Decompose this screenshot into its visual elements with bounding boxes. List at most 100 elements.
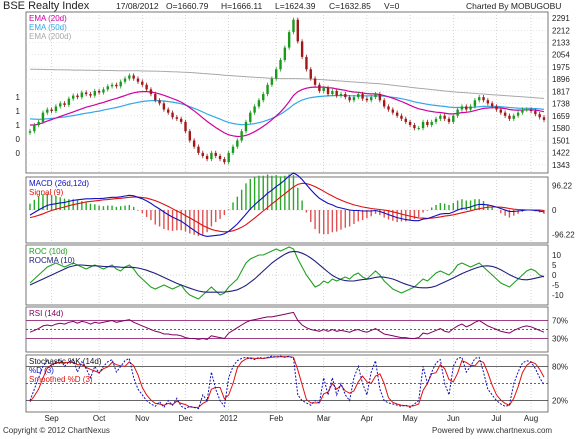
candle-body — [46, 109, 49, 113]
candle-body — [486, 100, 490, 104]
candle-body — [512, 115, 515, 119]
legend-price-2: EMA (200d) — [29, 32, 72, 41]
candle-body — [300, 41, 304, 57]
candle-body — [171, 112, 174, 118]
candle-body — [408, 121, 412, 126]
candle-body — [179, 118, 183, 122]
candle-body — [318, 84, 321, 91]
candle-body — [145, 84, 148, 90]
roc-y-tick: -10 — [552, 291, 564, 300]
candle-body — [542, 117, 546, 120]
candle-body — [141, 81, 144, 85]
candle-body — [456, 109, 459, 116]
candle-body — [529, 109, 533, 112]
x-tick-label: Jul — [491, 414, 501, 423]
left-y-tick: 1 — [16, 93, 21, 102]
candle-body — [188, 131, 192, 141]
candle-body — [287, 32, 291, 48]
candle-body — [167, 109, 170, 113]
candle-body — [313, 78, 317, 85]
candle-body — [71, 95, 75, 99]
header-high: H=1666.11 — [221, 1, 263, 11]
charted-by: Charted By MOBUGOBU — [466, 1, 562, 11]
x-tick-label: Sep — [44, 414, 59, 423]
candle-body — [205, 155, 209, 160]
candle-body — [197, 146, 200, 153]
candle-body — [210, 152, 213, 160]
candle-body — [447, 118, 451, 122]
header-low: L=1624.39 — [275, 1, 316, 11]
candle-body — [469, 106, 472, 110]
candle-body — [132, 75, 135, 79]
candle-body — [275, 69, 278, 79]
x-tick-label: Mar — [317, 414, 331, 423]
chart-window: EMA (20d) EMA (50d) EMA (200d) MACD (26d,12… — [0, 0, 584, 439]
candle-body — [257, 100, 261, 107]
x-tick-label: Aug — [524, 414, 538, 423]
legend-sto-1: %D (3) — [29, 366, 54, 375]
macd-y-tick: 0 — [552, 206, 557, 215]
candle-body — [33, 125, 36, 132]
candle-body — [326, 87, 330, 95]
candle-body — [162, 103, 166, 110]
candle-body — [93, 90, 96, 96]
candle-body — [443, 115, 446, 119]
price-y-tick: 1817 — [552, 87, 570, 96]
candle-body — [244, 121, 248, 132]
rsi-y-tick: 30% — [552, 335, 568, 344]
candle-body — [175, 117, 179, 119]
candle-body — [50, 109, 53, 112]
legend-rsi-0: RSI (14d) — [29, 309, 64, 318]
price-y-tick: 2054 — [552, 51, 570, 60]
price-y-tick: 1422 — [552, 149, 570, 158]
legend-roc-1: ROCMA (10) — [29, 256, 75, 265]
candle-body — [391, 109, 395, 113]
candle-body — [335, 90, 338, 96]
x-tick-label: Jun — [447, 414, 460, 423]
candle-body — [270, 78, 274, 85]
candle-body — [41, 112, 45, 122]
macd-y-tick: 96.22 — [552, 182, 573, 191]
candle-body — [266, 84, 269, 95]
x-tick-label: Apr — [361, 414, 374, 423]
candle-body — [283, 47, 287, 60]
stochastic-y-tick: 20% — [552, 397, 568, 406]
candle-body — [521, 109, 524, 113]
candle-body — [80, 92, 84, 98]
x-tick-label: Nov — [135, 414, 149, 423]
candle-body — [499, 109, 503, 113]
candle-body — [128, 75, 131, 79]
candle-body — [84, 92, 88, 95]
price-y-tick: 1501 — [552, 136, 570, 145]
candle-body — [59, 103, 62, 107]
candle-body — [154, 94, 157, 101]
candle-body — [322, 87, 325, 91]
candle-body — [374, 94, 377, 98]
roc-y-tick: 10 — [552, 251, 561, 260]
candle-body — [339, 94, 343, 96]
candle-body — [525, 109, 528, 111]
legend-sto-0: Stochastic %K (14d) — [29, 357, 102, 366]
candle-body — [54, 106, 58, 112]
candle-body — [227, 152, 230, 163]
legend-sto-2: Smoothed %D (3) — [29, 375, 93, 384]
candle-body — [357, 94, 360, 98]
candle-body — [430, 121, 433, 126]
stochastic-y-tick: 80% — [552, 362, 568, 371]
candle-body — [110, 84, 114, 87]
candle-body — [223, 159, 226, 163]
candle-body — [231, 146, 235, 153]
header-volume: V=0 — [384, 1, 400, 11]
candle-body — [253, 106, 256, 113]
candle-body — [305, 56, 308, 70]
candle-body — [158, 100, 161, 104]
left-y-tick: 0 — [16, 135, 21, 144]
price-y-tick: 1975 — [552, 63, 570, 72]
candle-body — [400, 115, 403, 119]
price-y-tick: 1659 — [552, 112, 570, 121]
candle-body — [309, 69, 312, 79]
price-y-tick: 1738 — [552, 100, 570, 109]
candle-body — [102, 89, 105, 93]
legend-roc-0: ROC (10d) — [29, 247, 68, 256]
price-y-tick: 1343 — [552, 161, 570, 170]
